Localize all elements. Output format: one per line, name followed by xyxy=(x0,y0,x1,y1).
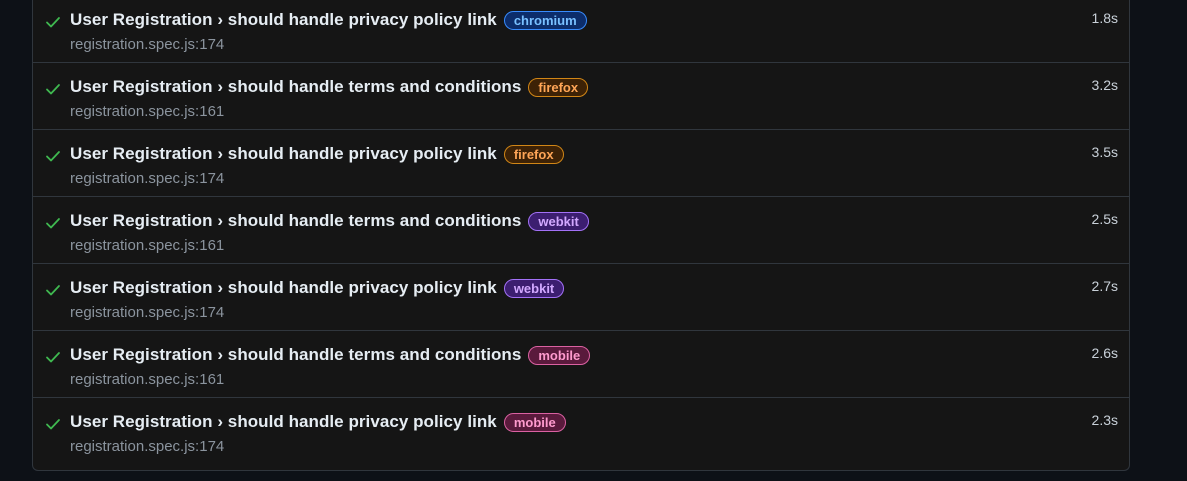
check-icon xyxy=(45,282,61,298)
test-row[interactable]: User Registration › should handle terms … xyxy=(33,63,1129,130)
test-row[interactable]: User Registration › should handle privac… xyxy=(33,130,1129,197)
test-location[interactable]: registration.spec.js:161 xyxy=(70,237,224,254)
test-duration: 1.8s xyxy=(1091,10,1118,26)
check-icon xyxy=(45,349,61,365)
test-row[interactable]: User Registration › should handle terms … xyxy=(33,197,1129,264)
test-location[interactable]: registration.spec.js:174 xyxy=(70,438,224,455)
test-duration: 3.5s xyxy=(1091,144,1118,160)
test-row[interactable]: User Registration › should handle terms … xyxy=(33,331,1129,398)
project-badge[interactable]: firefox xyxy=(528,77,589,97)
test-location[interactable]: registration.spec.js:161 xyxy=(70,371,224,388)
test-duration: 2.5s xyxy=(1091,211,1118,227)
test-title-line: User Registration › should handle privac… xyxy=(70,142,1069,166)
check-icon xyxy=(45,14,61,30)
project-badge[interactable]: firefox xyxy=(503,144,564,164)
check-icon xyxy=(45,416,61,432)
test-row[interactable]: User Registration › should handle privac… xyxy=(33,0,1129,63)
test-title[interactable]: User Registration › should handle privac… xyxy=(70,144,497,164)
test-duration: 3.2s xyxy=(1091,77,1118,93)
test-row[interactable]: User Registration › should handle privac… xyxy=(33,398,1129,465)
test-duration: 2.7s xyxy=(1091,278,1118,294)
test-title[interactable]: User Registration › should handle privac… xyxy=(70,10,497,30)
test-location[interactable]: registration.spec.js:174 xyxy=(70,304,224,321)
test-title-line: User Registration › should handle terms … xyxy=(70,343,1069,367)
check-icon xyxy=(45,215,61,231)
test-row[interactable]: User Registration › should handle privac… xyxy=(33,264,1129,331)
check-icon xyxy=(45,81,61,97)
project-badge[interactable]: mobile xyxy=(528,345,591,365)
test-location[interactable]: registration.spec.js:174 xyxy=(70,170,224,187)
check-icon xyxy=(45,148,61,164)
test-title[interactable]: User Registration › should handle terms … xyxy=(70,77,521,97)
test-list: User Registration › should handle privac… xyxy=(32,0,1130,471)
project-badge[interactable]: webkit xyxy=(528,211,589,231)
test-title[interactable]: User Registration › should handle privac… xyxy=(70,278,497,298)
test-title-line: User Registration › should handle terms … xyxy=(70,209,1069,233)
project-badge[interactable]: mobile xyxy=(503,412,566,432)
test-title[interactable]: User Registration › should handle terms … xyxy=(70,211,521,231)
test-duration: 2.6s xyxy=(1091,345,1118,361)
project-badge[interactable]: webkit xyxy=(503,278,565,298)
test-title-line: User Registration › should handle privac… xyxy=(70,410,1069,434)
test-duration: 2.3s xyxy=(1091,412,1118,428)
test-title-line: User Registration › should handle privac… xyxy=(70,276,1069,300)
test-location[interactable]: registration.spec.js:174 xyxy=(70,36,224,53)
project-badge[interactable]: chromium xyxy=(503,10,587,30)
test-title-line: User Registration › should handle privac… xyxy=(70,8,1069,32)
test-title-line: User Registration › should handle terms … xyxy=(70,75,1069,99)
test-title[interactable]: User Registration › should handle terms … xyxy=(70,345,521,365)
test-location[interactable]: registration.spec.js:161 xyxy=(70,103,224,120)
test-title[interactable]: User Registration › should handle privac… xyxy=(70,412,497,432)
test-results-page: User Registration › should handle privac… xyxy=(0,0,1187,481)
